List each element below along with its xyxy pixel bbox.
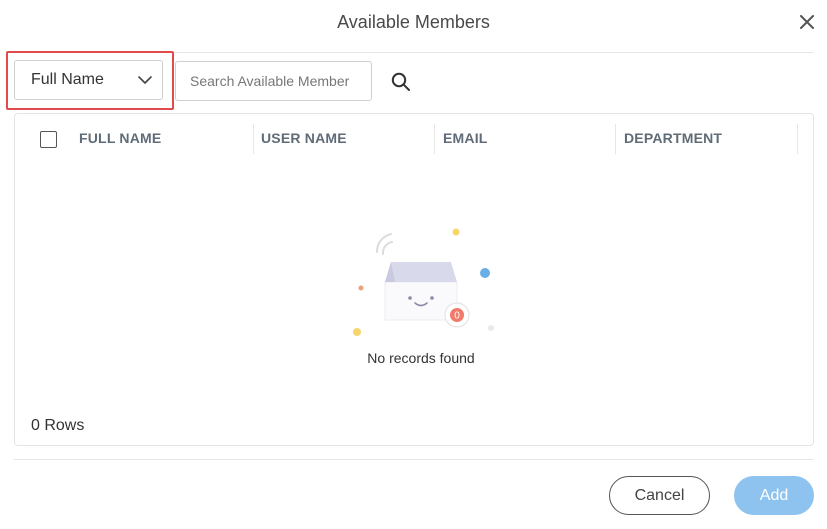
column-header-full-name[interactable]: FULL NAME [79,114,161,162]
filter-selected-value: Full Name [31,71,104,88]
column-separator [434,124,435,154]
close-icon [800,15,814,29]
column-header-email[interactable]: EMAIL [443,114,488,162]
grid-header: FULL NAME USER NAME EMAIL DEPARTMENT [15,114,813,162]
cancel-button[interactable]: Cancel [609,476,710,515]
close-button[interactable] [796,11,818,33]
select-all-checkbox[interactable] [40,131,57,148]
column-separator [797,124,798,154]
search-button[interactable] [388,69,414,95]
search-icon [391,72,410,91]
empty-badge-count: 0 [454,311,460,322]
available-members-dialog: Available Members Full Name FULL NAME US… [0,0,827,529]
search-input[interactable] [175,61,372,101]
members-grid: FULL NAME USER NAME EMAIL DEPARTMENT 0 N… [14,113,814,446]
dialog-title: Available Members [337,12,490,32]
filter-field-select[interactable]: Full Name [14,60,163,100]
empty-box-icon: 0 [353,228,494,336]
column-header-user-name[interactable]: USER NAME [261,114,347,162]
rows-count: 0 Rows [31,417,85,434]
empty-message: No records found [367,350,475,366]
column-separator [615,124,616,154]
column-separator [253,124,254,154]
column-header-department[interactable]: DEPARTMENT [624,114,722,162]
add-button[interactable]: Add [734,476,814,515]
chevron-down-icon [128,76,162,84]
empty-state: 0 No records found [15,210,813,370]
footer-divider [14,459,814,460]
